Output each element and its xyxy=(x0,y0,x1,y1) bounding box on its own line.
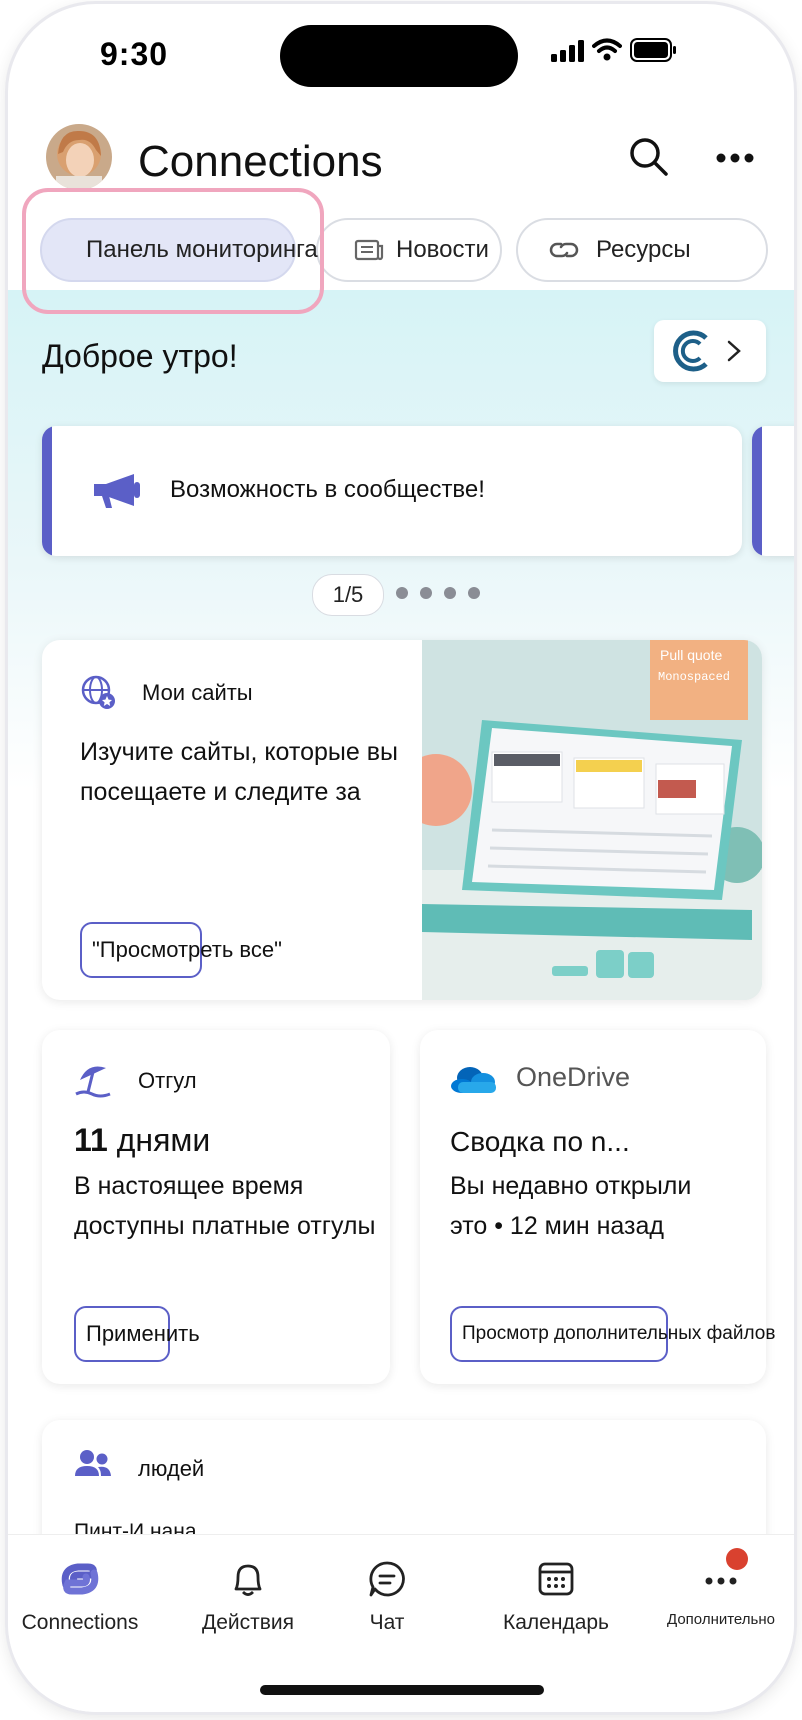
signal-icon xyxy=(551,40,584,62)
calendar-icon xyxy=(538,1562,574,1596)
tab-news[interactable]: Новости xyxy=(316,218,502,282)
onedrive-description: Вы недавно открыли это • 12 мин назад xyxy=(450,1172,692,1240)
my-sites-title: Мои сайты xyxy=(142,680,253,705)
wifi-icon xyxy=(592,38,622,61)
pull-quote-text: Pull quote xyxy=(660,647,722,663)
phone-screen: 9:30 Connections Ресурсы Новости Панель … xyxy=(8,4,794,1712)
view-more-files-button[interactable]: Просмотр дополнительных файлов xyxy=(450,1306,775,1362)
more-options-icon[interactable] xyxy=(716,152,754,164)
news-icon xyxy=(354,239,384,261)
status-time: 9:30 xyxy=(100,36,169,72)
beach-umbrella-icon xyxy=(75,1066,111,1098)
view-more-files-label: Просмотр дополнительных файлов xyxy=(462,1323,776,1344)
battery-icon xyxy=(630,38,676,62)
megaphone-icon xyxy=(94,474,140,508)
nav-chat[interactable]: Чат xyxy=(342,1559,432,1635)
link-icon xyxy=(549,242,579,258)
my-sites-card: Мои сайты Изучите сайты, которые вы посе… xyxy=(42,640,762,1000)
onedrive-card: OneDrive Сводка по n... Вы недавно откры… xyxy=(420,1030,775,1384)
company-logo-icon xyxy=(673,330,708,372)
nav-more-label: Дополнительно xyxy=(667,1611,775,1628)
globe-icon xyxy=(81,675,115,709)
view-all-button[interactable]: "Просмотреть все" xyxy=(80,922,282,978)
apply-button[interactable]: Применить xyxy=(74,1306,200,1362)
time-off-card: Отгул 11 днями В настоящее время доступн… xyxy=(42,1030,390,1384)
announcement-next-accent-bar xyxy=(752,426,762,556)
home-indicator[interactable] xyxy=(260,1685,544,1695)
greeting: Доброе утро! xyxy=(42,338,238,374)
tab-highlight-outline xyxy=(22,188,324,314)
announcement-accent-bar xyxy=(42,426,52,556)
nav-activity[interactable]: Действия xyxy=(178,1559,318,1635)
onedrive-heading: Сводка по n... xyxy=(450,1126,630,1157)
announcement-text: Возможность в сообществе! xyxy=(170,476,485,503)
people-icon xyxy=(75,1450,111,1476)
nav-calendar[interactable]: Календарь xyxy=(486,1559,626,1635)
my-sites-description: Изучите сайты, которые вы посещаете и сл… xyxy=(80,738,398,806)
carousel-dot[interactable] xyxy=(444,587,456,599)
people-title: людей xyxy=(138,1456,205,1481)
nav-more[interactable]: Дополнительно xyxy=(652,1559,790,1628)
time-off-count: 11 xyxy=(74,1122,108,1158)
chevron-right-icon xyxy=(727,340,741,362)
announcement-card-next[interactable] xyxy=(752,426,794,556)
app-title: Connections xyxy=(138,137,383,186)
carousel-dot[interactable] xyxy=(468,587,480,599)
tab-news-label: Новости xyxy=(396,236,489,263)
nav-connections[interactable]: Connections xyxy=(18,1559,142,1635)
notification-badge xyxy=(726,1548,748,1570)
company-switch-button[interactable] xyxy=(654,320,766,382)
carousel-dot[interactable] xyxy=(420,587,432,599)
tab-resources-label: Ресурсы xyxy=(596,236,691,263)
time-off-balance: 11 днями xyxy=(74,1122,210,1159)
monospaced-text: Monospaced xyxy=(658,670,730,684)
announcement-card[interactable]: Возможность в сообществе! xyxy=(42,426,742,556)
nav-connections-label: Connections xyxy=(21,1611,139,1634)
bell-icon xyxy=(234,1564,262,1596)
carousel-page-indicator: 1/5 xyxy=(312,574,384,616)
view-all-label: "Просмотреть все" xyxy=(92,937,282,962)
tablet-illustration: Pull quote Monospaced xyxy=(422,640,762,1000)
search-icon[interactable] xyxy=(628,136,670,178)
chat-icon xyxy=(369,1561,405,1597)
onedrive-title: OneDrive xyxy=(516,1062,631,1092)
apply-label: Применить xyxy=(86,1321,200,1346)
nav-activity-label: Действия xyxy=(201,1611,294,1634)
carousel-dot[interactable] xyxy=(396,587,408,599)
time-off-description: В настоящее время доступны платные отгул… xyxy=(74,1172,376,1240)
connections-logo-icon xyxy=(61,1563,99,1595)
nav-chat-label: Чат xyxy=(369,1611,405,1634)
tab-resources[interactable]: Ресурсы xyxy=(516,218,768,282)
onedrive-cloud-icon xyxy=(451,1067,496,1093)
dynamic-island xyxy=(280,25,518,87)
time-off-unit: днями xyxy=(116,1122,211,1158)
nav-calendar-label: Календарь xyxy=(503,1611,609,1634)
avatar[interactable] xyxy=(46,124,112,190)
time-off-title: Отгул xyxy=(138,1068,197,1093)
